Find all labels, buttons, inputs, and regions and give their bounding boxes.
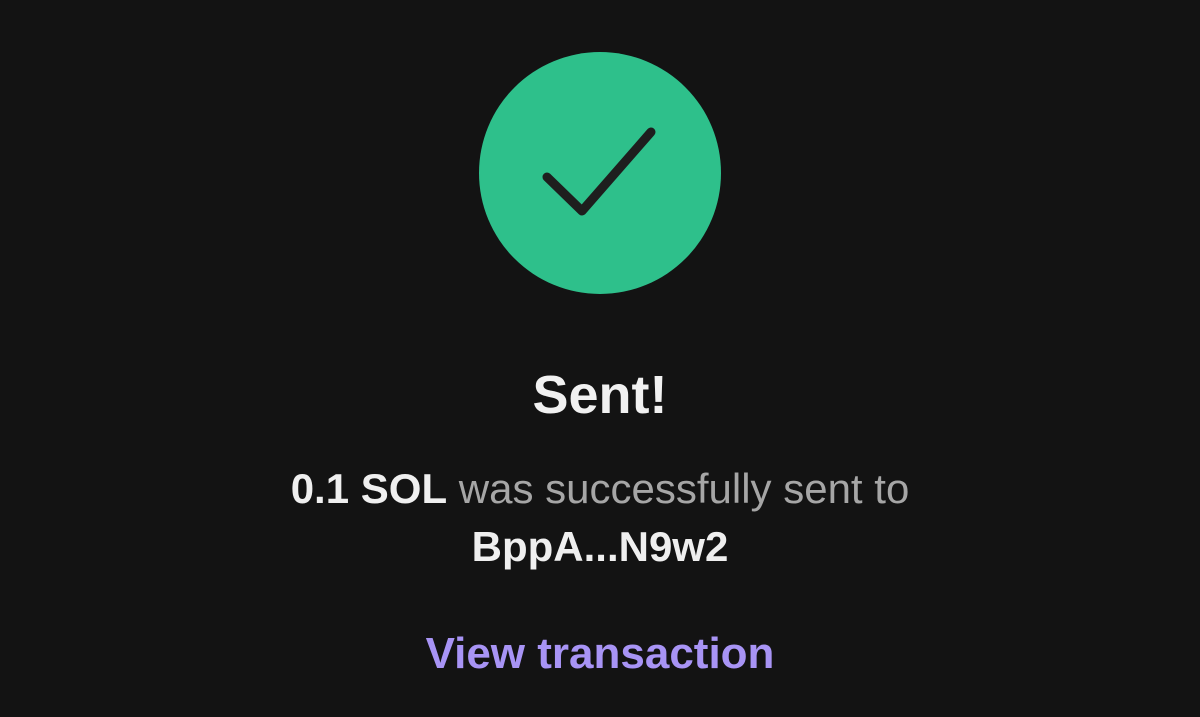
recipient-address: BppA...N9w2: [471, 523, 729, 570]
view-transaction-link[interactable]: View transaction: [0, 624, 1200, 684]
success-message-text: was successfully sent to: [458, 465, 910, 512]
send-success-screen: Sent! 0.1 SOL was successfully sent to B…: [0, 0, 1200, 717]
checkmark-icon: [542, 127, 656, 216]
success-badge: [479, 52, 721, 294]
success-message: 0.1 SOL was successfully sent to BppA...…: [0, 460, 1200, 576]
sent-amount: 0.1 SOL: [290, 465, 448, 512]
page-title: Sent!: [532, 365, 668, 425]
